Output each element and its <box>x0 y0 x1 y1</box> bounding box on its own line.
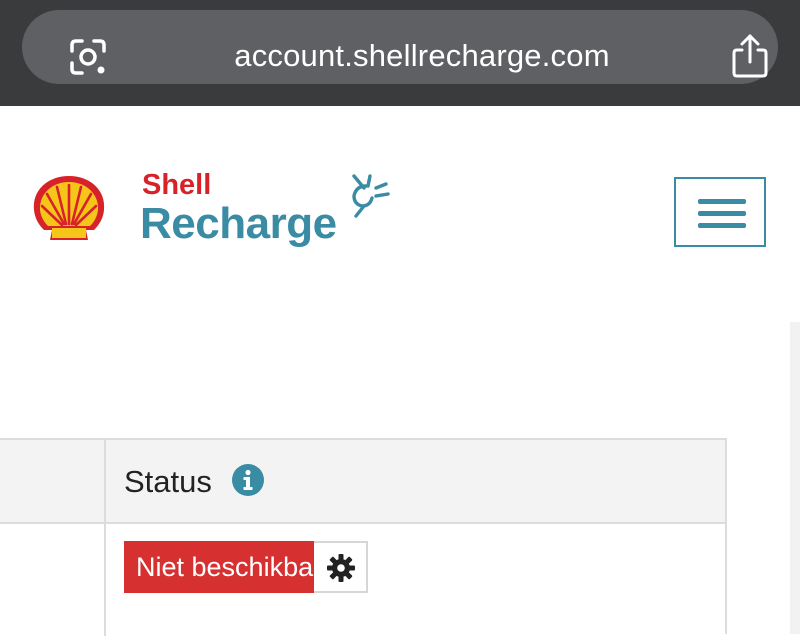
plug-icon <box>352 174 390 218</box>
info-icon[interactable] <box>231 463 265 497</box>
hamburger-menu-button[interactable] <box>674 177 766 247</box>
hamburger-menu-icon <box>698 199 746 204</box>
hamburger-menu-icon <box>698 223 746 228</box>
status-column-header: Status <box>124 464 212 499</box>
charger-table: Status Niet beschikbaar <box>0 438 727 636</box>
table-header-row: Status <box>0 440 725 524</box>
browser-toolbar: account.shellrecharge.com <box>0 0 800 106</box>
brand-shell-text: Shell <box>142 169 212 201</box>
url-text[interactable]: account.shellrecharge.com <box>142 34 702 78</box>
settings-button[interactable] <box>314 541 368 593</box>
scroll-edge <box>790 322 800 634</box>
share-icon[interactable] <box>728 32 772 80</box>
column-divider <box>104 440 106 636</box>
hamburger-menu-icon <box>698 211 746 216</box>
brand-recharge-text: Recharge <box>140 199 337 248</box>
lens-icon[interactable] <box>66 35 110 79</box>
status-badge[interactable]: Niet beschikbaar <box>124 541 314 593</box>
gear-icon <box>327 554 355 582</box>
address-bar[interactable]: account.shellrecharge.com <box>22 10 778 84</box>
shell-pecten-icon[interactable] <box>30 174 108 244</box>
page-content: Shell Recharge Status Niet beschikbaa <box>0 106 800 636</box>
